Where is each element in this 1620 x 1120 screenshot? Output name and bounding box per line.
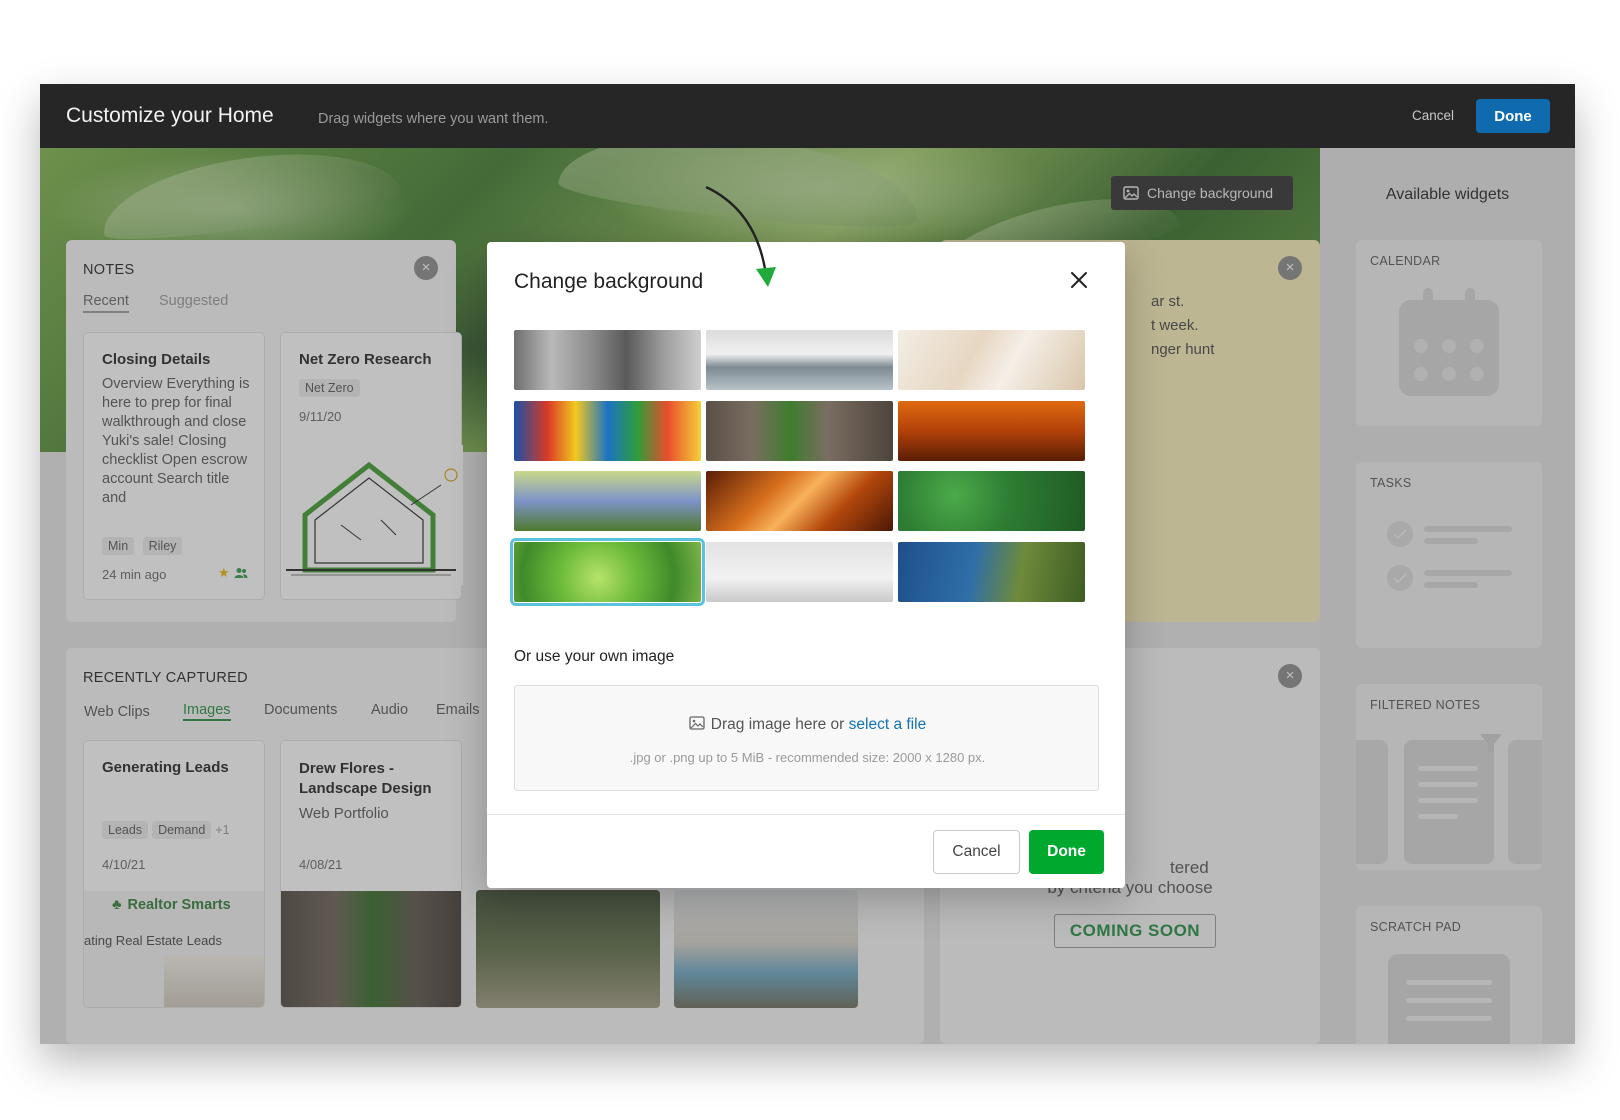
background-thumbnail-ivy-wood[interactable] (706, 401, 893, 461)
background-thumbnail-succulent[interactable] (510, 538, 705, 606)
background-thumbnail-lake-pier[interactable] (706, 330, 893, 390)
background-thumbnail-wheat-grass[interactable] (898, 330, 1085, 390)
background-thumbnail-coast-cliff[interactable] (898, 542, 1085, 602)
dialog-done-button[interactable]: Done (1029, 830, 1104, 874)
background-thumbnail-grid (510, 330, 1098, 612)
annotation-arrow-icon (705, 185, 776, 287)
close-icon[interactable] (1067, 268, 1091, 292)
own-image-label: Or use your own image (514, 648, 675, 665)
image-dropzone[interactable]: Drag image here or select a file .jpg or… (514, 685, 1099, 791)
page-subtitle: Drag widgets where you want them. (318, 111, 549, 127)
dialog-cancel-button[interactable]: Cancel (933, 830, 1020, 874)
dialog-title: Change background (514, 270, 704, 293)
background-thumbnail-beach-huts[interactable] (514, 401, 701, 461)
dropzone-hint: .jpg or .png up to 5 MiB - recommended s… (629, 750, 986, 765)
header-cancel-button[interactable]: Cancel (1412, 108, 1454, 123)
change-background-dialog: Change background Or use your own image … (487, 242, 1125, 888)
background-thumbnail-antelope-canyon[interactable] (706, 471, 893, 531)
select-file-link[interactable]: select a file (849, 716, 927, 733)
image-icon (689, 716, 705, 730)
page-title: Customize your Home (66, 104, 274, 127)
header-done-button[interactable]: Done (1476, 99, 1550, 133)
background-thumbnail-lupine-field[interactable] (514, 471, 701, 531)
background-thumbnail-bird-flight[interactable] (706, 542, 893, 602)
background-thumbnail-window-mug[interactable] (514, 330, 701, 390)
background-thumbnail-clover-field[interactable] (898, 471, 1085, 531)
background-thumbnail-sunset-bridge[interactable] (898, 401, 1085, 461)
dialog-divider (487, 814, 1125, 815)
dropzone-text: Drag image here or (710, 716, 845, 733)
top-bar: Customize your Home Drag widgets where y… (40, 84, 1575, 148)
